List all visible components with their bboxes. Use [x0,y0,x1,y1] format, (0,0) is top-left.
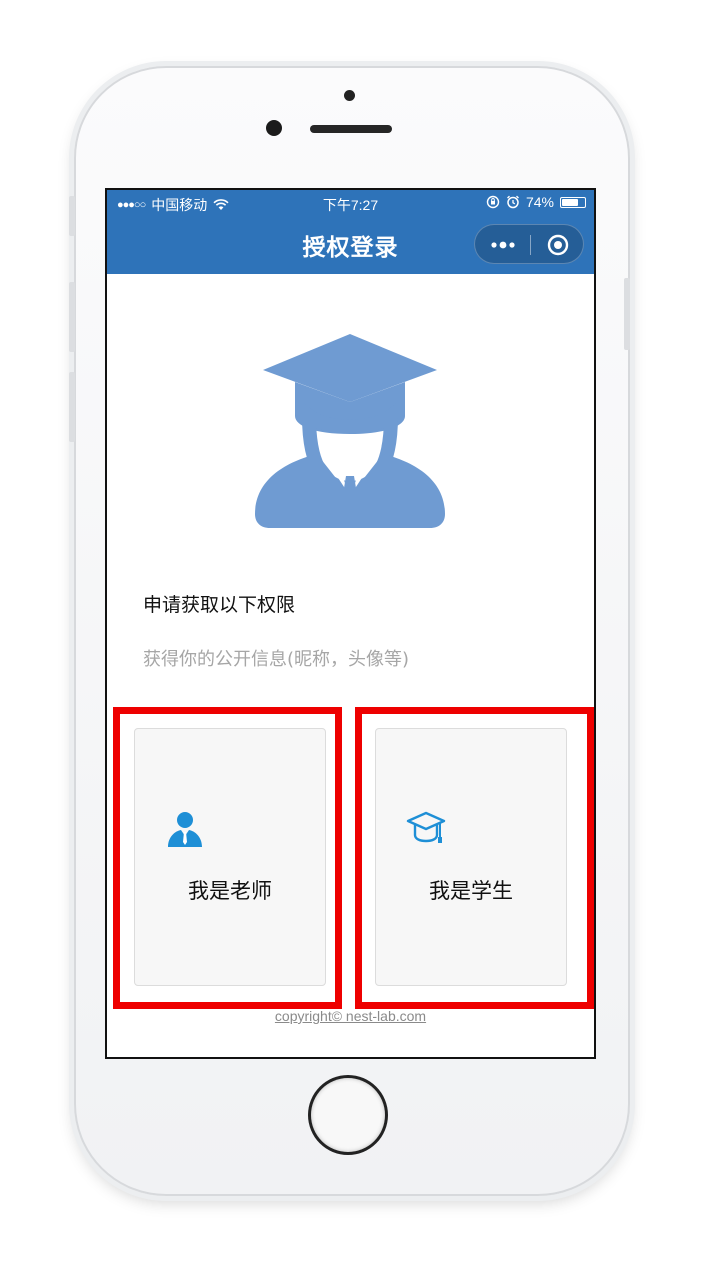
capsule-divider [530,235,531,255]
home-button[interactable] [311,1078,385,1152]
mute-switch [69,196,75,236]
permission-description: 获得你的公开信息(昵称，头像等) [143,649,410,670]
battery-level [562,198,578,206]
rotation-lock-icon [486,195,500,209]
volume-down-button [69,372,75,442]
close-miniprogram-icon[interactable] [547,234,569,256]
student-highlight-box [355,707,594,1009]
copyright-link[interactable]: copyright© nest-lab.com [107,1008,594,1024]
battery-percentage: 74% [525,194,554,210]
earpiece-speaker [310,125,392,133]
status-bar: ●●●○○ 中国移动 下午7:27 74% [107,190,594,216]
navigation-bar: 授权登录 [107,216,594,274]
front-camera [266,120,282,136]
power-button [624,278,630,350]
status-right: 74% [486,194,586,210]
graduate-avatar-icon [255,334,445,528]
permission-title: 申请获取以下权限 [143,594,296,616]
proximity-sensor [344,90,355,101]
more-options-icon[interactable] [489,235,517,255]
teacher-highlight-box [113,707,342,1009]
alarm-clock-icon [507,195,519,209]
battery-icon [560,196,586,208]
miniprogram-capsule [474,224,584,264]
volume-up-button [69,282,75,352]
